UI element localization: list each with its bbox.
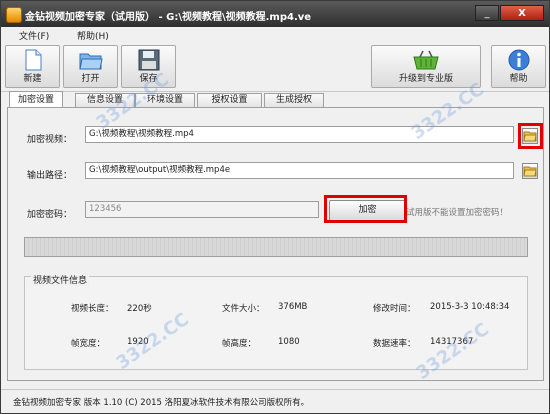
video-info-title: 视频文件信息 xyxy=(31,273,90,286)
window-title: 金钻视频加密专家（试用版） - G:\视频教程\视频教程.mp4.ve xyxy=(25,12,312,23)
new-button-label: 新建 xyxy=(23,74,42,84)
width-label: 帧宽度： xyxy=(71,339,106,349)
help-button-label: 帮助 xyxy=(509,74,528,84)
tab-license-settings[interactable]: 授权设置 xyxy=(197,93,262,107)
minimize-button[interactable]: _ xyxy=(475,5,499,21)
password-label: 加密密码： xyxy=(27,210,73,220)
tab-generate-license[interactable]: 生成授权 xyxy=(264,93,324,107)
mtime-value: 2015-3-3 10:48:34 xyxy=(430,302,510,312)
video-label: 加密视频： xyxy=(27,135,73,145)
menu-bar: 文件(F) 帮助(H) xyxy=(1,27,549,43)
menu-help[interactable]: 帮助(H) xyxy=(77,29,109,42)
height-value: 1080 xyxy=(278,337,300,347)
progress-bar xyxy=(24,237,528,257)
encrypt-highlight xyxy=(324,195,407,223)
status-bar: 金钻视频加密专家 版本 1.10 (C) 2015 洛阳夏冰软件技术有限公司版权… xyxy=(1,389,549,414)
browse-output-button[interactable] xyxy=(522,163,538,179)
size-label: 文件大小： xyxy=(222,304,265,314)
tab-encrypt-settings[interactable]: 加密设置 xyxy=(9,91,63,108)
app-window: 金钻视频加密专家（试用版） - G:\视频教程\视频教程.mp4.ve _ X … xyxy=(0,0,550,414)
rate-label: 数据速率： xyxy=(373,339,416,349)
open-button[interactable]: 打开 xyxy=(63,45,118,88)
height-label: 帧高度： xyxy=(222,339,257,349)
app-logo-icon xyxy=(6,7,22,23)
open-folder-icon xyxy=(78,53,103,70)
trial-hint: 试用版不能设置加密密码！ xyxy=(406,208,509,218)
folder-icon xyxy=(523,166,537,177)
upgrade-button-label: 升级到专业版 xyxy=(398,74,453,84)
close-button[interactable]: X xyxy=(500,5,544,21)
new-button[interactable]: 新建 xyxy=(5,45,60,88)
output-label: 输出路径： xyxy=(27,171,73,181)
video-path-input[interactable]: G:\视频教程\视频教程.mp4 xyxy=(85,126,514,143)
length-value: 220秒 xyxy=(127,304,152,314)
output-path-input[interactable]: G:\视频教程\output\视频教程.mp4e xyxy=(85,162,514,179)
status-text: 金钻视频加密专家 版本 1.10 (C) 2015 洛阳夏冰软件技术有限公司版权… xyxy=(13,398,310,408)
password-input[interactable]: 123456 xyxy=(85,201,319,218)
menu-file[interactable]: 文件(F) xyxy=(19,29,49,42)
size-value: 376MB xyxy=(278,302,308,312)
help-button[interactable]: 帮助 xyxy=(491,45,546,88)
upgrade-button[interactable]: 升级到专业版 xyxy=(371,45,481,88)
info-icon xyxy=(508,49,529,71)
length-label: 视频长度： xyxy=(71,304,114,314)
open-button-label: 打开 xyxy=(81,74,100,84)
floppy-disk-icon xyxy=(138,49,159,71)
title-bar[interactable]: 金钻视频加密专家（试用版） - G:\视频教程\视频教程.mp4.ve _ X xyxy=(1,1,549,27)
new-file-icon xyxy=(25,49,41,71)
video-browse-highlight xyxy=(518,123,543,149)
shopping-basket-icon xyxy=(413,50,439,70)
mtime-label: 修改时间： xyxy=(373,304,416,314)
